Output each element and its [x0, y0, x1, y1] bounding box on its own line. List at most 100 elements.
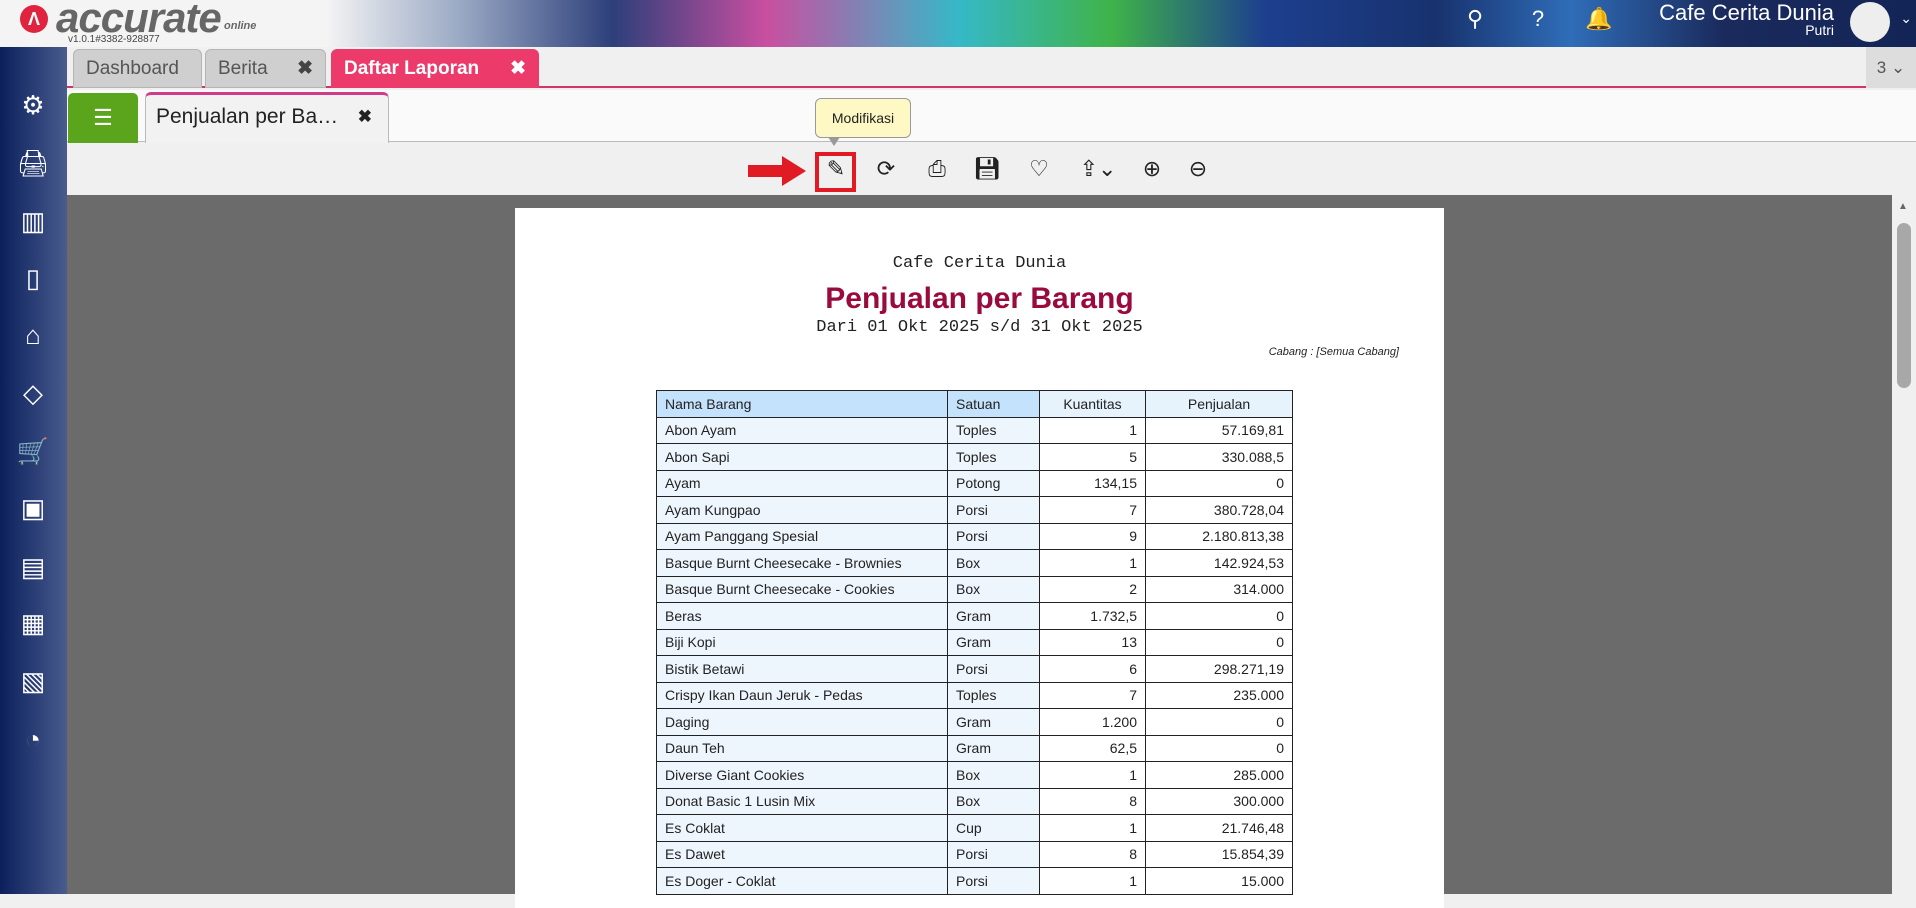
refresh-icon[interactable]: ⟳ — [870, 153, 902, 185]
user-name: Putri — [1805, 22, 1834, 38]
conveyor-icon[interactable]: ▦ — [14, 605, 52, 641]
scrollbar-thumb[interactable] — [1897, 223, 1911, 388]
cell-satuan: Toples — [948, 682, 1040, 709]
table-row: Daun TehGram62,50 — [657, 735, 1293, 762]
cell-satuan: Porsi — [948, 841, 1040, 868]
table-row: Diverse Giant CookiesBox1285.000 — [657, 762, 1293, 789]
cell-penjualan: 285.000 — [1146, 762, 1293, 789]
cell-kuantitas: 7 — [1040, 497, 1146, 524]
cell-penjualan: 380.728,04 — [1146, 497, 1293, 524]
cell-kuantitas: 2 — [1040, 576, 1146, 603]
cash-register-icon[interactable]: 🖨 — [14, 145, 52, 181]
cell-nama-barang: Ayam Panggang Spesial — [657, 523, 948, 550]
cell-kuantitas: 8 — [1040, 841, 1146, 868]
table-row: Ayam KungpaoPorsi7380.728,04 — [657, 497, 1293, 524]
sidebar: ⚙ 🖨 ▥ ▯ ⌂ ◇ 🛒 ▣ ▤ ▦ ▧ ◔ — [0, 47, 67, 894]
gear-icon[interactable]: ⚙ — [14, 87, 52, 123]
cell-penjualan: 0 — [1146, 709, 1293, 736]
cell-satuan: Porsi — [948, 656, 1040, 683]
cell-kuantitas: 13 — [1040, 629, 1146, 656]
tab-dashboard[interactable]: Dashboard — [73, 49, 202, 88]
report-chart-icon[interactable]: ◔ — [14, 721, 52, 757]
table-row: Es DawetPorsi815.854,39 — [657, 841, 1293, 868]
close-icon[interactable]: ✖ — [297, 50, 313, 87]
cell-nama-barang: Es Doger - Coklat — [657, 868, 948, 895]
cell-nama-barang: Beras — [657, 603, 948, 630]
factory-icon[interactable]: ▤ — [14, 549, 52, 585]
cell-nama-barang: Crispy Ikan Daun Jeruk - Pedas — [657, 682, 948, 709]
cell-nama-barang: Donat Basic 1 Lusin Mix — [657, 788, 948, 815]
report-tabs: ☰ Penjualan per Ba…✖ — [67, 90, 1916, 142]
tab-label: Dashboard — [86, 58, 179, 79]
table-row: Abon SapiToples5330.088,5 — [657, 444, 1293, 471]
report-table: Nama Barang Satuan Kuantitas Penjualan A… — [656, 390, 1293, 895]
save-icon[interactable]: 💾︎ — [971, 153, 1003, 185]
close-icon[interactable]: ✖ — [358, 95, 372, 139]
book-icon[interactable]: ▯ — [14, 260, 52, 296]
tooltip: Modifikasi — [815, 98, 911, 138]
heart-icon[interactable]: ♡ — [1023, 153, 1055, 185]
trolley-icon[interactable]: ▣ — [14, 490, 52, 526]
highlight-box — [815, 152, 856, 192]
table-row: Biji KopiGram130 — [657, 629, 1293, 656]
cell-nama-barang: Es Dawet — [657, 841, 948, 868]
cell-penjualan: 300.000 — [1146, 788, 1293, 815]
cell-satuan: Toples — [948, 417, 1040, 444]
tab-daftar-laporan[interactable]: Daftar Laporan ✖ — [331, 49, 539, 88]
cell-satuan: Porsi — [948, 523, 1040, 550]
vertical-scrollbar[interactable]: ▲ — [1892, 195, 1916, 894]
table-header: Nama Barang Satuan Kuantitas Penjualan — [657, 391, 1293, 418]
cell-satuan: Toples — [948, 444, 1040, 471]
print-icon[interactable]: ⎙ — [921, 153, 953, 185]
scroll-up-icon[interactable]: ▲ — [1898, 201, 1908, 212]
cell-penjualan: 0 — [1146, 735, 1293, 762]
tax-icon[interactable]: ▧ — [14, 663, 52, 699]
cell-satuan: Gram — [948, 709, 1040, 736]
col-kuantitas: Kuantitas — [1040, 391, 1146, 418]
close-icon[interactable]: ✖ — [510, 50, 526, 87]
cell-kuantitas: 5 — [1040, 444, 1146, 471]
cell-penjualan: 15.854,39 — [1146, 841, 1293, 868]
list-icon: ☰ — [93, 105, 113, 130]
cell-penjualan: 314.000 — [1146, 576, 1293, 603]
cell-kuantitas: 6 — [1040, 656, 1146, 683]
tab-berita[interactable]: Berita ✖ — [205, 49, 326, 88]
cell-kuantitas: 62,5 — [1040, 735, 1146, 762]
zoom-out-icon[interactable]: ⊖ — [1182, 153, 1214, 185]
report-toolbar: ✎ ⟳ ⎙ 💾︎ ♡ ⇪⌄ ⊕ ⊖ — [67, 143, 1916, 195]
avatar[interactable] — [1850, 2, 1890, 42]
price-tag-icon[interactable]: ◇ — [14, 375, 52, 411]
cell-kuantitas: 1.732,5 — [1040, 603, 1146, 630]
bell-icon[interactable]: 🔔 — [1584, 6, 1614, 32]
report-period: Dari 01 Okt 2025 s/d 31 Okt 2025 — [515, 318, 1444, 337]
tab-label: Berita — [218, 58, 268, 79]
tab-count-dropdown[interactable]: 3 ⌄ — [1866, 47, 1916, 88]
chevron-down-icon[interactable]: ⌄ — [1900, 10, 1912, 27]
cell-penjualan: 2.180.813,38 — [1146, 523, 1293, 550]
report-title: Penjualan per Barang — [515, 282, 1444, 316]
cell-nama-barang: Abon Ayam — [657, 417, 948, 444]
cell-kuantitas: 1 — [1040, 550, 1146, 577]
zoom-in-icon[interactable]: ⊕ — [1136, 153, 1168, 185]
cell-penjualan: 15.000 — [1146, 868, 1293, 895]
cell-satuan: Porsi — [948, 497, 1040, 524]
col-penjualan: Penjualan — [1146, 391, 1293, 418]
cell-penjualan: 330.088,5 — [1146, 444, 1293, 471]
cell-satuan: Gram — [948, 629, 1040, 656]
table-row: Bistik BetawiPorsi6298.271,19 — [657, 656, 1293, 683]
tab-penjualan-per-barang[interactable]: Penjualan per Ba…✖ — [145, 92, 389, 143]
tab-count: 3 — [1877, 58, 1886, 77]
report-list-button[interactable]: ☰ — [68, 93, 138, 143]
report-branch: Cabang : [Semua Cabang] — [1269, 346, 1399, 358]
search-icon[interactable]: ⚲ — [1460, 6, 1490, 32]
table-row: DagingGram1.2000 — [657, 709, 1293, 736]
cell-nama-barang: Ayam Kungpao — [657, 497, 948, 524]
cell-satuan: Box — [948, 788, 1040, 815]
building-icon[interactable]: ▥ — [14, 203, 52, 239]
export-icon[interactable]: ⇪⌄ — [1075, 153, 1121, 185]
tab-label: Daftar Laporan — [344, 58, 479, 79]
bank-icon[interactable]: ⌂ — [14, 317, 52, 353]
cart-icon[interactable]: 🛒 — [14, 433, 52, 469]
help-icon[interactable]: ? — [1523, 6, 1553, 32]
app-version: v1.0.1#3382-928877 — [68, 34, 160, 45]
